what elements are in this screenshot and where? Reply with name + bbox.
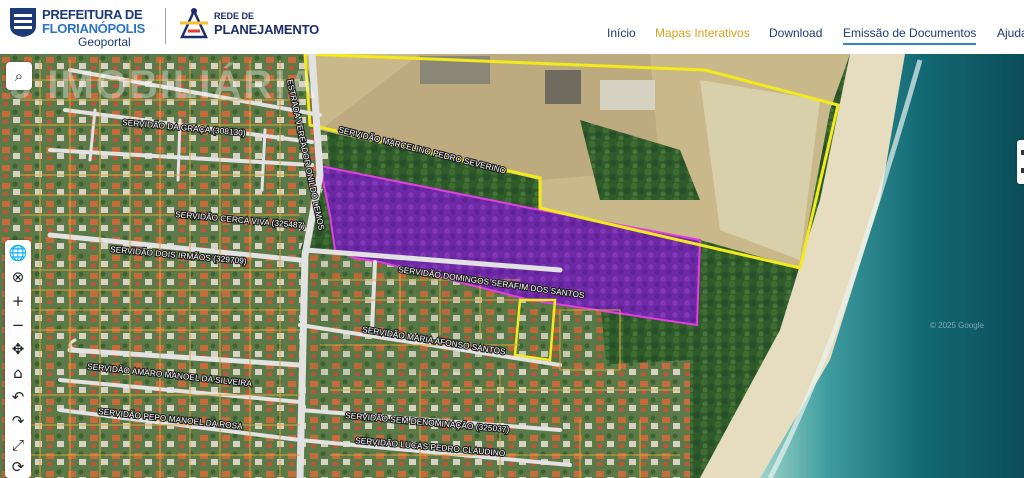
nav-inicio[interactable]: Início <box>607 26 636 40</box>
fullscreen-icon[interactable]: ⤢ <box>5 433 31 457</box>
logo-line-1: PREFEITURA DE <box>42 7 143 22</box>
prefeitura-logo[interactable]: PREFEITURA DE FLORIANÓPOLIS Geoportal <box>8 5 158 49</box>
search-icon[interactable]: ⌕ <box>6 64 32 88</box>
map-toolbar: 🌐 ⊗ + − ✥ ⌂ ↶ ↷ ⤢ ⟳ <box>5 240 31 478</box>
city-crest-icon <box>10 8 36 37</box>
globe-icon[interactable]: 🌐 <box>5 241 31 265</box>
logo2-line-2: PLANEJAMENTO <box>214 22 319 37</box>
geoportal-label: Geoportal <box>78 35 131 49</box>
header-divider <box>165 8 166 44</box>
map-viewport[interactable]: J IMOBILIÁRIA SERVIDÃO DA GRAÇA (308130)… <box>0 54 1024 478</box>
nav-emissao-documentos[interactable]: Emissão de Documentos <box>843 26 977 45</box>
logo-line-2: FLORIANÓPOLIS <box>42 21 145 36</box>
rede-planejamento-logo[interactable]: REDE DE PLANEJAMENTO <box>178 5 323 45</box>
nav-mapas-interativos[interactable]: Mapas Interativos <box>655 26 750 40</box>
pan-icon[interactable]: ✥ <box>5 337 31 361</box>
copyright-text: © 2025 Google <box>930 321 984 330</box>
side-panel-toggle[interactable] <box>1017 140 1024 184</box>
nav-download[interactable]: Download <box>769 26 822 40</box>
header: PREFEITURA DE FLORIANÓPOLIS Geoportal RE… <box>0 0 1024 54</box>
zoom-out-icon[interactable]: − <box>5 313 31 337</box>
building-block-3 <box>600 80 655 110</box>
satellite-map[interactable]: J IMOBILIÁRIA SERVIDÃO DA GRAÇA (308130)… <box>0 54 1024 478</box>
zoom-area-icon[interactable]: ⊗ <box>5 265 31 289</box>
nav-ajuda[interactable]: Ajuda <box>997 26 1024 40</box>
compass-logo-icon <box>180 8 208 39</box>
search-toolbox: ⌕ <box>6 62 32 90</box>
logo-line-2-text: FLORIANÓPOLIS <box>42 21 145 36</box>
watermark-text: J IMOBILIÁRIA <box>10 62 318 107</box>
zoom-in-icon[interactable]: + <box>5 289 31 313</box>
undo-icon[interactable]: ↶ <box>5 385 31 409</box>
refresh-icon[interactable]: ⟳ <box>5 455 31 478</box>
redo-icon[interactable]: ↷ <box>5 409 31 433</box>
home-icon[interactable]: ⌂ <box>5 361 31 385</box>
logo2-line-1: REDE DE <box>214 11 255 21</box>
building-block-2 <box>545 70 581 104</box>
